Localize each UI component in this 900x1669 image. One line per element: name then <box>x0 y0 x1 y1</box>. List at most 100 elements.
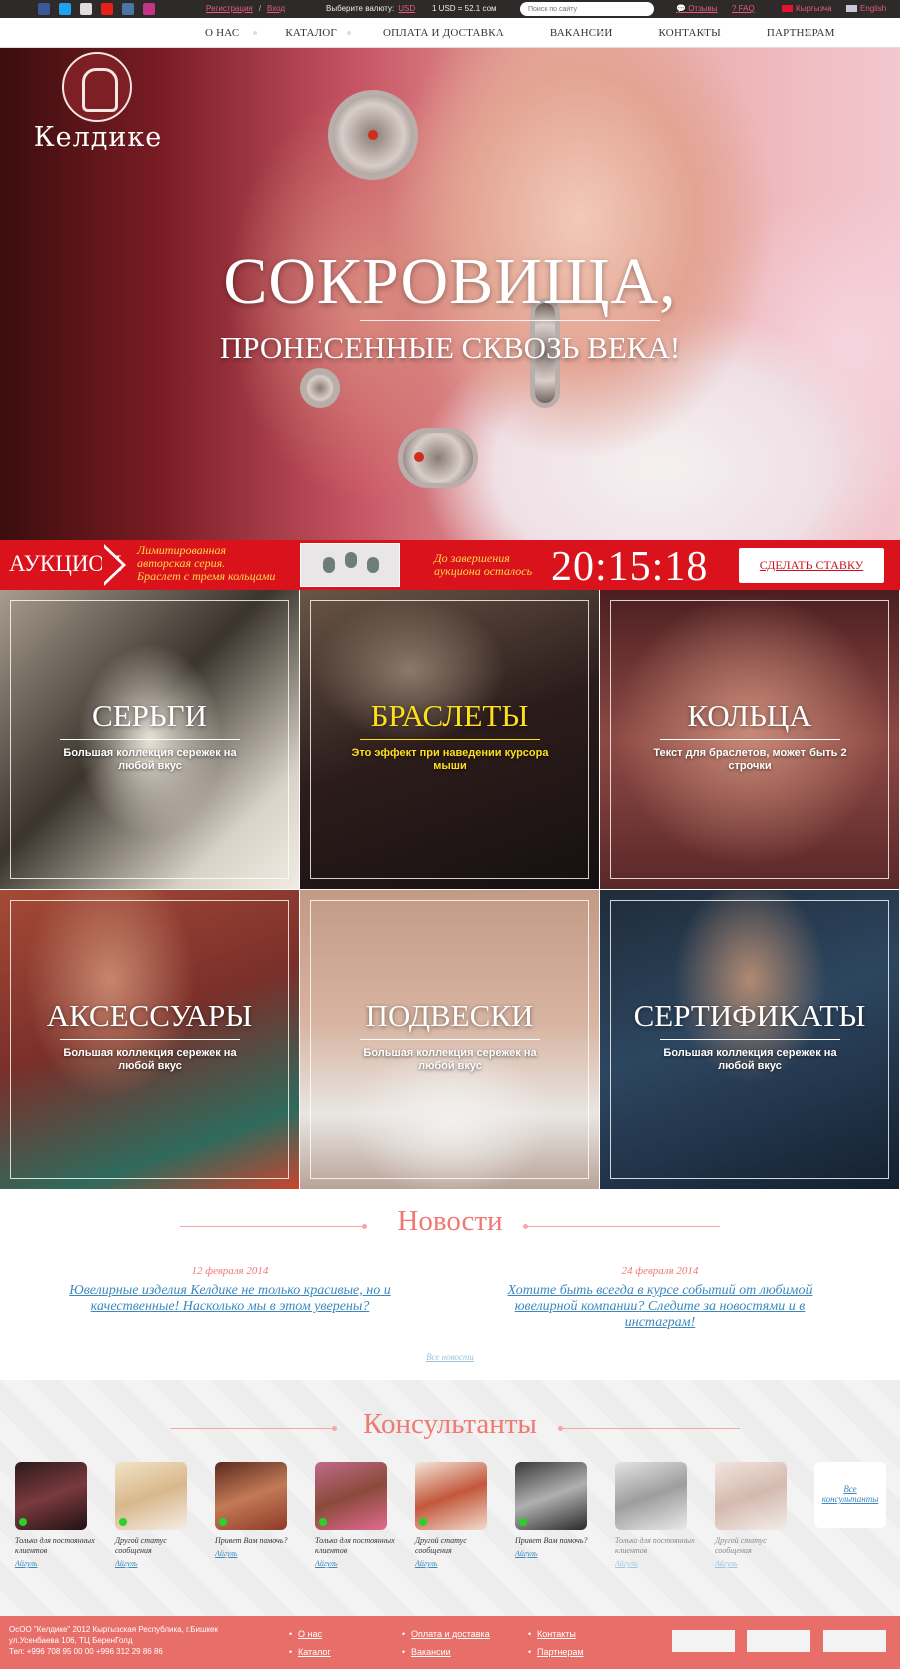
consultant-status: Только для постоянных клиентов <box>615 1536 695 1555</box>
consultant-card[interactable]: Другой статус сообщения Айгуль <box>715 1462 795 1568</box>
category-divider <box>660 739 840 740</box>
lang-kyrgyz-label: Кыргызча <box>796 4 832 13</box>
nav-item-partners[interactable]: ПАРТНЕРАМ <box>767 27 835 39</box>
consultant-status: Другой статус сообщения <box>715 1536 767 1555</box>
hero-divider <box>360 320 660 321</box>
auth-links: Регистрация / Вход <box>206 4 285 13</box>
auction-countdown-label: До завершения аукциона осталось <box>434 552 532 578</box>
consultant-card[interactable]: Привет Вам помочь? Айгуль <box>515 1462 595 1558</box>
odnoklassniki-icon[interactable] <box>80 3 92 15</box>
footer-link-catalog[interactable]: Каталог <box>289 1643 331 1661</box>
faq-link[interactable]: ? FAQ <box>732 4 755 13</box>
consultant-avatar <box>115 1462 187 1530</box>
phone-line: Тел: +996 708 95 00 00 +996 312 29 86 86 <box>9 1647 163 1656</box>
consultant-name[interactable]: Айгуль <box>315 1559 395 1568</box>
category-description: Текст для браслетов, может быть 2 строчк… <box>653 747 847 772</box>
consultant-card[interactable]: Только для постоянных клиентов Айгуль <box>315 1462 395 1568</box>
footer-links-col: О нас Каталог <box>289 1625 331 1661</box>
exchange-rate: 1 USD = 52.1 сом <box>432 4 497 13</box>
category-description: Большая коллекция сережек на любой вкус <box>63 1047 237 1072</box>
gem-decoration <box>414 452 424 462</box>
category-rings[interactable]: КОЛЬЦА Текст для браслетов, может быть 2… <box>600 590 899 889</box>
consultant-name[interactable]: Айгуль <box>15 1559 95 1568</box>
consultant-avatar <box>315 1462 387 1530</box>
instagram-icon[interactable] <box>143 3 155 15</box>
footer-link-vacancies[interactable]: Вакансии <box>402 1643 490 1661</box>
facebook-icon[interactable] <box>38 3 50 15</box>
register-link[interactable]: Регистрация <box>206 4 253 13</box>
consultant-name[interactable]: Айгуль <box>215 1549 295 1558</box>
category-divider <box>660 1039 840 1040</box>
auction-lot-description[interactable]: Лимитированная авторская серия. Браслет … <box>137 544 275 583</box>
consultant-name[interactable]: Айгуль <box>415 1559 495 1568</box>
category-description: Это эффект при наведении курсора мыши <box>351 747 549 772</box>
currency-dropdown[interactable]: USD <box>398 4 415 13</box>
hero-banner: Келдике СОКРОВИЩА, ПРОНЕСЕННЫЕ СКВОЗЬ ВЕ… <box>0 48 900 540</box>
news-section-title: Новости <box>397 1205 503 1237</box>
category-accessories[interactable]: АКСЕССУАРЫ Большая коллекция сережек на … <box>0 890 299 1189</box>
category-earrings[interactable]: СЕРЬГИ Большая коллекция сережек на любо… <box>0 590 299 889</box>
consultant-name[interactable]: Айгуль <box>115 1559 195 1568</box>
top-bar: Регистрация / Вход Выберите валюту: USD 1 U… <box>0 0 900 18</box>
consultant-avatar <box>415 1462 487 1530</box>
all-consultants-link[interactable]: Все консультанты <box>814 1462 886 1528</box>
consultant-name[interactable]: Айгуль <box>615 1559 695 1568</box>
footer-banner-placeholder[interactable] <box>672 1630 735 1652</box>
earring-image <box>345 552 357 568</box>
footer-link-contacts[interactable]: Контакты <box>528 1625 584 1643</box>
consultant-avatar <box>715 1462 787 1530</box>
auction-lot-thumbnail[interactable] <box>300 543 400 587</box>
consultant-name[interactable]: Айгуль <box>515 1549 595 1558</box>
footer-banner-placeholder[interactable] <box>747 1630 810 1652</box>
category-description: Большая коллекция сережек на любой вкус <box>363 1047 537 1072</box>
footer-link-about[interactable]: О нас <box>289 1625 331 1643</box>
category-divider <box>360 739 540 740</box>
consultant-card[interactable]: Только для постоянных клиентов Айгуль <box>615 1462 695 1568</box>
search-input[interactable] <box>520 2 654 16</box>
place-bid-button[interactable]: СДЕЛАТЬ СТАВКУ <box>739 548 884 583</box>
currency-selector: Выберите валюту: USD <box>326 4 415 13</box>
nav-item-about[interactable]: О НАС <box>205 27 239 39</box>
youtube-icon[interactable] <box>101 3 113 15</box>
category-pendants[interactable]: ПОДВЕСКИ Большая коллекция сережек на лю… <box>300 890 599 1189</box>
category-bracelets[interactable]: БРАСЛЕТЫ Это эффект при наведении курсор… <box>300 590 599 889</box>
news-link[interactable]: Хотите быть всегда в курсе событий от лю… <box>480 1283 840 1331</box>
earring-image <box>323 557 335 573</box>
news-link[interactable]: Ювелирные изделия Келдике не только крас… <box>50 1283 410 1315</box>
lang-english[interactable]: English <box>846 4 886 13</box>
consultant-avatar <box>615 1462 687 1530</box>
site-logo[interactable]: Келдике <box>28 52 168 153</box>
reviews-link[interactable]: 💬 Отзывы <box>676 4 718 13</box>
footer-link-payment[interactable]: Оплата и доставка <box>402 1625 490 1643</box>
news-date: 24 февраля 2014 <box>621 1265 699 1277</box>
main-nav: О НАС КАТАЛОГ ОПЛАТА И ДОСТАВКА ВАКАНСИИ… <box>0 18 900 48</box>
nav-item-payment-delivery[interactable]: ОПЛАТА И ДОСТАВКА <box>383 27 504 39</box>
vk-icon[interactable] <box>122 3 134 15</box>
footer-link-partners[interactable]: Партнерам <box>528 1643 584 1661</box>
consultant-name[interactable]: Айгуль <box>715 1559 795 1568</box>
category-title: СЕРТИФИКАТЫ <box>633 998 866 1033</box>
login-link[interactable]: Вход <box>267 4 285 13</box>
nav-item-catalog[interactable]: КАТАЛОГ <box>285 27 337 39</box>
all-news-link[interactable]: Все новости <box>0 1352 900 1362</box>
category-certificates[interactable]: СЕРТИФИКАТЫ Большая коллекция сережек на… <box>600 890 899 1189</box>
footer: ОсОО "Келдике" 2012 Кыргызская Республик… <box>0 1616 900 1669</box>
online-status-icon <box>519 1518 527 1526</box>
nav-item-contacts[interactable]: КОНТАКТЫ <box>659 27 721 39</box>
arrow-right-icon <box>102 544 126 586</box>
consultant-card[interactable]: Привет Вам помочь? Айгуль <box>215 1462 295 1558</box>
consultant-card[interactable]: Другой статус сообщения Айгуль <box>415 1462 495 1568</box>
category-title: СЕРЬГИ <box>92 698 207 733</box>
category-divider <box>60 739 240 740</box>
heading-ornament <box>523 1224 720 1229</box>
twitter-icon[interactable] <box>59 3 71 15</box>
currency-label: Выберите валюту: <box>326 4 395 13</box>
lang-kyrgyz[interactable]: Кыргызча <box>782 4 832 13</box>
consultant-card[interactable]: Другой статус сообщения Айгуль <box>115 1462 195 1568</box>
nav-divider <box>253 31 257 35</box>
footer-banner-placeholder[interactable] <box>823 1630 886 1652</box>
category-grid: СЕРЬГИ Большая коллекция сережек на любо… <box>0 590 900 1192</box>
consultant-status: Только для постоянных клиентов <box>315 1536 395 1555</box>
consultant-card[interactable]: Только для постоянных клиентов Айгуль <box>15 1462 95 1568</box>
consultant-avatar <box>515 1462 587 1530</box>
